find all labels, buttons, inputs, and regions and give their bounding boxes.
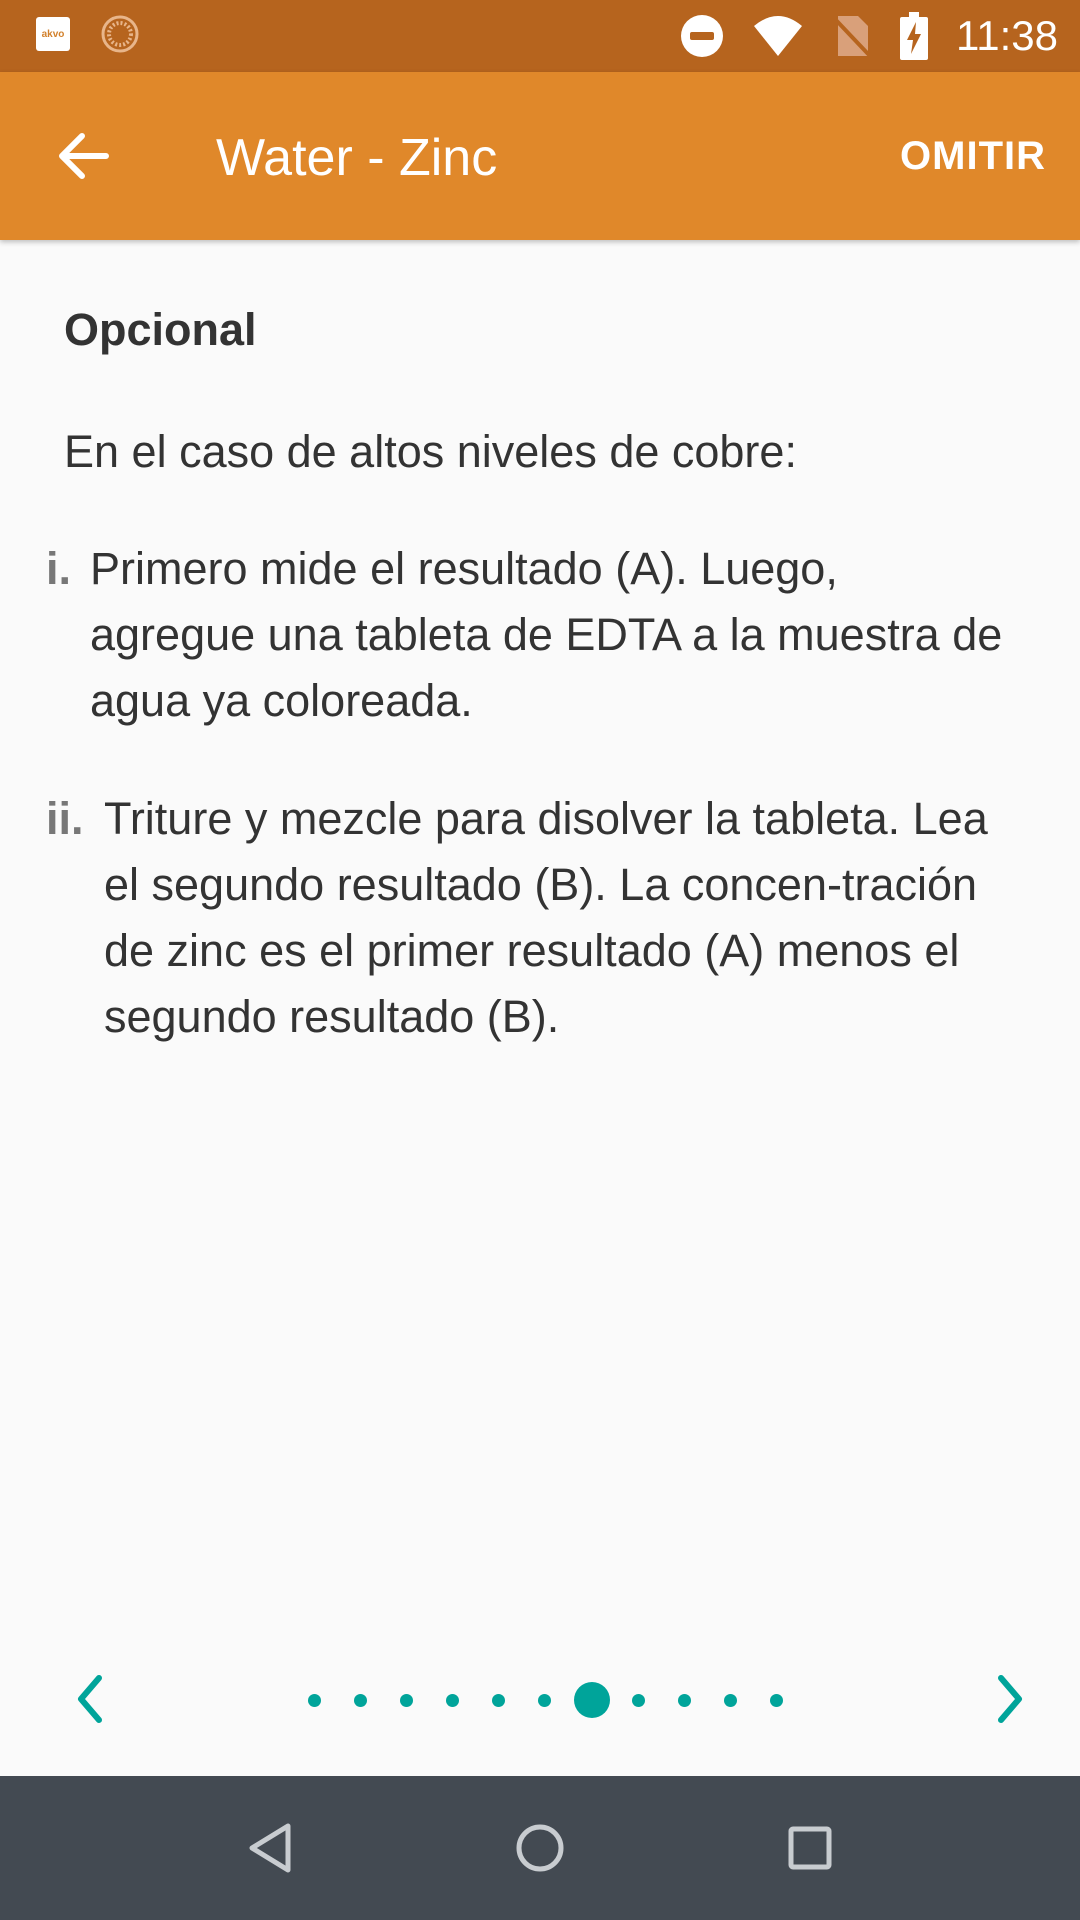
akvo-app-icon: akvo: [36, 17, 70, 51]
page-dot[interactable]: [308, 1693, 321, 1707]
app-bar: Water - Zinc OMITIR: [0, 72, 1080, 240]
nav-home-button[interactable]: [508, 1816, 572, 1880]
arrow-back-icon: [59, 133, 109, 179]
page-dot[interactable]: [446, 1693, 459, 1707]
section-heading: Opcional: [64, 304, 257, 355]
loading-spinner-icon: [101, 15, 139, 53]
page-title: Water - Zinc: [216, 129, 498, 187]
page-dot[interactable]: [354, 1693, 367, 1707]
step-marker: i.: [46, 543, 72, 594]
clock: 11:38: [956, 12, 1058, 59]
instruction-step: i. Primero mide el resultado (A). Luego,…: [46, 536, 1006, 734]
page-dot[interactable]: [492, 1693, 505, 1707]
step-marker: ii.: [46, 793, 84, 844]
system-nav-bar: [0, 1776, 1080, 1920]
no-sim-icon: [832, 16, 872, 58]
page-indicator: [0, 1660, 1080, 1740]
chevron-right-icon: [998, 1675, 1022, 1723]
status-bar: akvo 11:38: [0, 0, 1080, 72]
next-page-button[interactable]: [980, 1664, 1040, 1734]
page-dot[interactable]: [400, 1693, 413, 1707]
page-dot[interactable]: [678, 1693, 691, 1707]
back-triangle-icon: [249, 1823, 291, 1873]
home-circle-icon: [516, 1824, 564, 1872]
page-dot-active[interactable]: [574, 1682, 610, 1718]
battery-charging-icon: [900, 12, 928, 60]
page-dots: [308, 1660, 816, 1740]
do-not-disturb-icon: [681, 15, 723, 57]
nav-recents-button[interactable]: [778, 1816, 842, 1880]
step-text: Triture y mezcle para disolver la tablet…: [104, 793, 988, 1042]
skip-button[interactable]: OMITIR: [900, 134, 1046, 179]
wifi-icon: [754, 16, 802, 56]
nav-back-button[interactable]: [238, 1816, 302, 1880]
intro-text: En el caso de altos niveles de cobre:: [64, 426, 797, 477]
page-dot[interactable]: [632, 1693, 645, 1707]
step-text: Primero mide el resultado (A). Luego, ag…: [90, 543, 1003, 726]
instruction-step: ii. Triture y mezcle para disolver la ta…: [46, 786, 1006, 1050]
page-dot[interactable]: [724, 1693, 737, 1707]
previous-page-button[interactable]: [60, 1664, 120, 1734]
back-button[interactable]: [50, 122, 118, 190]
page-dot[interactable]: [770, 1693, 783, 1707]
page-dot[interactable]: [538, 1693, 551, 1707]
chevron-left-icon: [78, 1675, 102, 1723]
instructions-content: Opcional En el caso de altos niveles de …: [0, 240, 1080, 1780]
recents-square-icon: [788, 1826, 832, 1870]
